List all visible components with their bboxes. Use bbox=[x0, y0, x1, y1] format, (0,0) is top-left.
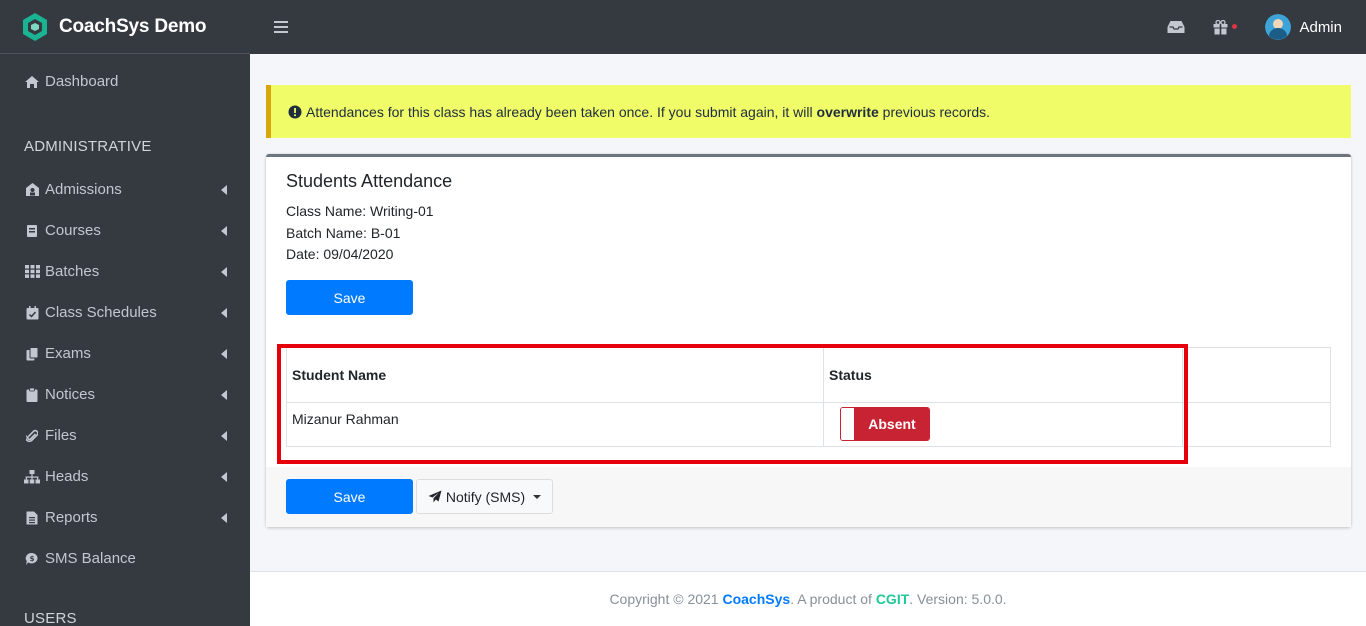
gift-icon[interactable] bbox=[1211, 19, 1238, 35]
exclamation-circle-icon bbox=[288, 105, 302, 119]
book-icon bbox=[24, 223, 40, 239]
empty-cell bbox=[1182, 402, 1331, 447]
save-button-top[interactable]: Save bbox=[286, 280, 413, 315]
notify-sms-dropdown-button[interactable]: Notify (SMS) bbox=[416, 479, 553, 514]
chevron-left-icon bbox=[221, 307, 227, 318]
section-header-administrative: ADMINISTRATIVE bbox=[24, 137, 152, 155]
status-cell: Absent bbox=[823, 402, 1183, 447]
alert-text-after: previous records. bbox=[878, 103, 991, 120]
brand-logo-icon bbox=[23, 12, 47, 41]
sidebar-item-class-schedules[interactable]: Class Schedules bbox=[0, 292, 250, 333]
chevron-left-icon bbox=[221, 184, 227, 195]
comment-dollar-icon: $ bbox=[24, 551, 40, 567]
sidebar-item-label: Reports bbox=[45, 509, 98, 526]
batch-name: Batch Name: B-01 bbox=[286, 225, 401, 241]
card-title: Students Attendance bbox=[286, 171, 453, 191]
notification-dot bbox=[1232, 24, 1238, 29]
sidebar-item-exams[interactable]: Exams bbox=[0, 333, 250, 374]
attendance-status-toggle[interactable]: Absent bbox=[840, 406, 930, 441]
alert-text-bold: overwrite bbox=[816, 103, 879, 120]
user-name: Admin bbox=[1299, 18, 1342, 36]
sidebar-item-heads[interactable]: Heads bbox=[0, 456, 250, 497]
copy-icon bbox=[24, 346, 40, 362]
sidebar-item-label: SMS Balance bbox=[45, 550, 136, 567]
card-footer: Save Notify (SMS) bbox=[266, 467, 1351, 527]
sidebar-item-admissions[interactable]: Admissions bbox=[0, 169, 250, 210]
grid-icon bbox=[24, 264, 40, 280]
attendance-date: Date: 09/04/2020 bbox=[286, 246, 394, 262]
clipboard-icon bbox=[24, 387, 40, 403]
sidebar-item-files[interactable]: Files bbox=[0, 415, 250, 456]
chevron-left-icon bbox=[221, 225, 227, 236]
attendance-card: Students Attendance Class Name: Writing-… bbox=[266, 154, 1351, 527]
footer-suffix: . Version: 5.0.0. bbox=[909, 591, 1007, 607]
sidebar-item-label: Dashboard bbox=[45, 73, 119, 90]
attendance-table: Student Name Status Mizanur Rahman Absen… bbox=[286, 347, 1331, 447]
footer-link-coachsys[interactable]: CoachSys bbox=[722, 591, 790, 607]
student-name-cell: Mizanur Rahman bbox=[286, 402, 824, 447]
alert-text-before: Attendances for this class has already b… bbox=[306, 103, 817, 120]
table-row: Mizanur Rahman Absent bbox=[286, 402, 1331, 447]
home-icon bbox=[24, 74, 40, 90]
sidebar-item-label: Batches bbox=[45, 263, 100, 280]
section-header-users: USERS bbox=[24, 609, 77, 626]
sidebar-item-courses[interactable]: Courses bbox=[0, 210, 250, 251]
footer-middle: . A product of bbox=[790, 591, 876, 607]
chevron-left-icon bbox=[221, 512, 227, 523]
sidebar-item-dashboard[interactable]: Dashboard bbox=[0, 61, 250, 102]
brand[interactable]: CoachSys Demo bbox=[0, 0, 250, 54]
paperclip-icon bbox=[24, 428, 40, 444]
sidebar-item-label: Class Schedules bbox=[45, 304, 157, 321]
sidebar-item-label: Courses bbox=[45, 222, 101, 239]
menu-toggle-icon[interactable] bbox=[274, 21, 288, 33]
brand-name: CoachSys Demo bbox=[59, 15, 207, 37]
footer-link-cgit[interactable]: CGIT bbox=[876, 591, 909, 607]
sitemap-icon bbox=[24, 469, 40, 485]
sidebar-item-label: Files bbox=[45, 427, 77, 444]
sidebar: CoachSys Demo Dashboard ADMINISTRATIVE A… bbox=[0, 0, 250, 626]
toggle-state-label: Absent bbox=[855, 407, 929, 440]
caret-down-icon bbox=[533, 494, 542, 499]
sidebar-item-reports[interactable]: Reports bbox=[0, 497, 250, 538]
user-building-icon bbox=[24, 182, 40, 198]
sidebar-item-label: Exams bbox=[45, 345, 91, 362]
sidebar-item-batches[interactable]: Batches bbox=[0, 251, 250, 292]
top-navbar: Admin bbox=[250, 0, 1366, 54]
chevron-left-icon bbox=[221, 348, 227, 359]
toggle-knob bbox=[841, 407, 855, 440]
save-button-bottom[interactable]: Save bbox=[286, 479, 413, 514]
class-name: Class Name: Writing-01 bbox=[286, 203, 434, 219]
sidebar-item-sms-balance[interactable]: $ SMS Balance bbox=[0, 538, 250, 579]
inbox-icon[interactable] bbox=[1167, 19, 1185, 35]
paper-plane-icon bbox=[428, 490, 442, 503]
chevron-left-icon bbox=[221, 471, 227, 482]
chevron-left-icon bbox=[221, 389, 227, 400]
column-header-status: Status bbox=[823, 347, 1183, 403]
sidebar-item-label: Heads bbox=[45, 468, 89, 485]
sidebar-item-notices[interactable]: Notices bbox=[0, 374, 250, 415]
page-footer: Copyright © 2021 CoachSys . A product of… bbox=[250, 571, 1366, 626]
sidebar-item-label: Notices bbox=[45, 386, 96, 403]
column-header-empty bbox=[1182, 347, 1331, 403]
avatar bbox=[1265, 14, 1292, 40]
chevron-left-icon bbox=[221, 430, 227, 441]
svg-text:$: $ bbox=[30, 555, 35, 563]
table-header-row: Student Name Status bbox=[286, 347, 1331, 403]
chevron-left-icon bbox=[221, 266, 227, 277]
sidebar-item-label: Admissions bbox=[45, 181, 122, 198]
notify-sms-label: Notify (SMS) bbox=[445, 488, 526, 505]
footer-prefix: Copyright © 2021 bbox=[609, 591, 723, 607]
file-alt-icon bbox=[24, 510, 40, 526]
calendar-check-icon bbox=[24, 305, 40, 321]
overwrite-warning-alert: Attendances for this class has already b… bbox=[266, 85, 1351, 138]
user-menu[interactable]: Admin bbox=[1265, 14, 1342, 40]
main-content: Attendances for this class has already b… bbox=[250, 54, 1366, 571]
column-header-student-name: Student Name bbox=[286, 347, 824, 403]
